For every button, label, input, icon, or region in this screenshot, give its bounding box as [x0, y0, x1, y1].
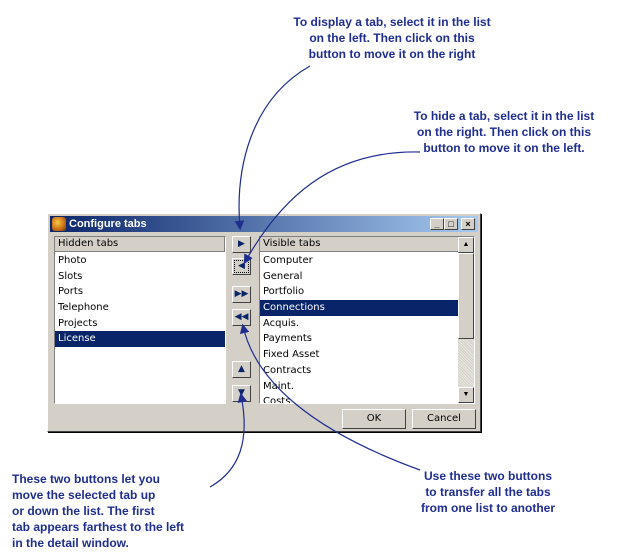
- arrow-to-show-button: [234, 65, 311, 231]
- annotation-arrows: [209, 65, 421, 488]
- arrow-to-hide-button: [243, 151, 421, 265]
- arrow-to-transfer-buttons: [239, 323, 421, 471]
- arrow-to-move-buttons: [209, 392, 248, 488]
